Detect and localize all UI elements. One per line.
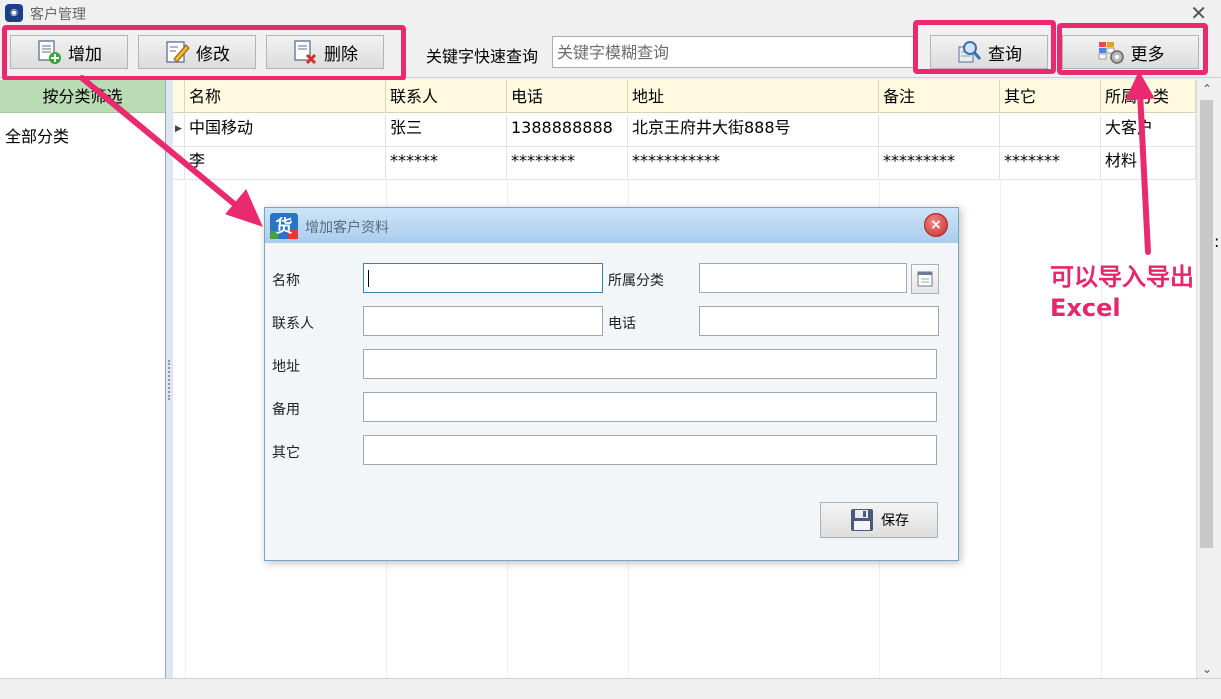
more-button-label: 更多 <box>1130 44 1165 65</box>
search-button[interactable]: 查询 <box>930 35 1048 69</box>
cell-other[interactable] <box>1000 114 1101 147</box>
address-label: 地址 <box>272 359 300 375</box>
column-header-category[interactable]: 所属分类 <box>1101 80 1196 113</box>
text-caret <box>368 270 369 287</box>
add-customer-dialog: 货 增加客户资料 × 名称 所属分类 联系人 电话 地址 备用 其它 保存 <box>264 207 959 561</box>
cell-remark[interactable]: ********* <box>879 147 1000 180</box>
add-document-icon <box>38 40 61 64</box>
cell-contact[interactable]: ****** <box>386 147 507 180</box>
category-panel: 按分类筛选 全部分类 <box>0 80 166 678</box>
column-header-phone[interactable]: 电话 <box>507 80 628 113</box>
cell-phone[interactable]: 1388888888 <box>507 114 628 147</box>
picker-window-icon <box>917 271 933 287</box>
window-close-icon[interactable]: ✕ <box>1190 1 1207 25</box>
column-header-address[interactable]: 地址 <box>628 80 879 113</box>
edit-button[interactable]: 修改 <box>138 35 256 69</box>
row-header <box>173 147 185 180</box>
annotation-line-2: Excel <box>1050 294 1121 322</box>
save-button[interactable]: 保存 <box>820 502 938 538</box>
scroll-thumb[interactable] <box>1200 100 1213 548</box>
other-label: 其它 <box>272 445 300 461</box>
category-item-all[interactable]: 全部分类 <box>0 113 165 157</box>
add-button-label: 增加 <box>68 44 102 65</box>
keyword-search-input[interactable] <box>552 36 914 68</box>
grid-gear-icon <box>1098 42 1124 64</box>
table-row[interactable]: 李 ****** ******** *********** ********* … <box>173 147 1196 180</box>
name-label: 名称 <box>272 273 300 289</box>
edge-glyph: : <box>1214 232 1220 251</box>
remark-label: 备用 <box>272 402 300 418</box>
title-bar: ◉ 客户管理 ✕ <box>0 0 1221 26</box>
import-export-annotation: 可以导入导出 Excel <box>1050 262 1194 324</box>
save-button-label: 保存 <box>881 513 909 529</box>
delete-document-icon <box>294 40 317 65</box>
dialog-close-icon[interactable]: × <box>924 213 948 237</box>
keyword-search-label: 关键字快速查询 <box>426 47 539 66</box>
contact-field[interactable] <box>363 306 603 336</box>
cell-address[interactable]: 北京王府井大街888号 <box>628 114 879 147</box>
scroll-down-icon[interactable]: ⌄ <box>1197 660 1217 678</box>
app-logo-icon: ◉ <box>5 4 23 22</box>
annotation-line-1: 可以导入导出 <box>1050 263 1194 291</box>
scroll-up-icon[interactable]: ⌃ <box>1197 80 1217 98</box>
goods-logo-icon: 货 <box>270 213 298 239</box>
table-row[interactable]: ▶ 中国移动 张三 1388888888 北京王府井大街888号 大客户 <box>173 114 1196 147</box>
window-title: 客户管理 <box>30 7 86 23</box>
panel-splitter[interactable] <box>166 80 173 678</box>
column-header-remark[interactable]: 备注 <box>879 80 1000 113</box>
cell-remark[interactable] <box>879 114 1000 147</box>
phone-field[interactable] <box>699 306 939 336</box>
cell-address[interactable]: *********** <box>628 147 879 180</box>
grid-header: 名称 联系人 电话 地址 备注 其它 所属分类 <box>173 80 1196 113</box>
dialog-title: 增加客户资料 <box>305 220 389 236</box>
grid-line <box>1101 179 1102 678</box>
category-picker-button[interactable] <box>911 264 939 294</box>
grid-line <box>185 179 186 678</box>
vertical-scrollbar[interactable]: ⌃ ⌄ <box>1196 80 1216 678</box>
column-header-name[interactable]: 名称 <box>185 80 386 113</box>
name-field[interactable] <box>363 263 603 293</box>
column-header-other[interactable]: 其它 <box>1000 80 1101 113</box>
edit-pencil-icon <box>166 41 190 63</box>
category-filter-header: 按分类筛选 <box>0 80 165 113</box>
delete-button[interactable]: 删除 <box>266 35 384 69</box>
floppy-disk-icon <box>851 509 873 531</box>
dialog-icon-char: 货 <box>276 216 293 237</box>
add-button[interactable]: 增加 <box>10 35 128 69</box>
remark-field[interactable] <box>363 392 937 422</box>
cell-contact[interactable]: 张三 <box>386 114 507 147</box>
cell-name[interactable]: 中国移动 <box>185 114 386 147</box>
other-field[interactable] <box>363 435 937 465</box>
cell-category[interactable]: 大客户 <box>1101 114 1196 147</box>
category-field[interactable] <box>699 263 907 293</box>
phone-label: 电话 <box>608 316 636 332</box>
cell-phone[interactable]: ******** <box>507 147 628 180</box>
grid-corner-cell <box>173 80 185 113</box>
search-magnifier-icon <box>958 41 982 63</box>
customer-management-window: ◉ 客户管理 ✕ 增加 修改 删除 关键字快速查询 关键字模糊查询 查询 更多 … <box>0 0 1221 699</box>
splitter-grip-icon <box>168 360 170 400</box>
cell-category[interactable]: 材料 <box>1101 147 1196 180</box>
current-row-indicator-icon: ▶ <box>173 114 185 147</box>
edit-button-label: 修改 <box>196 44 230 65</box>
cell-name[interactable]: 李 <box>185 147 386 180</box>
more-button[interactable]: 更多 <box>1062 35 1199 69</box>
status-strip <box>0 678 1221 699</box>
contact-label: 联系人 <box>272 316 314 332</box>
address-field[interactable] <box>363 349 937 379</box>
category-label: 所属分类 <box>608 273 664 289</box>
toolbar: 增加 修改 删除 关键字快速查询 关键字模糊查询 查询 更多 <box>0 26 1221 78</box>
grid-line <box>1000 179 1001 678</box>
delete-button-label: 删除 <box>324 44 358 65</box>
column-header-contact[interactable]: 联系人 <box>386 80 507 113</box>
dialog-title-bar[interactable]: 货 增加客户资料 × <box>265 208 958 243</box>
search-button-label: 查询 <box>988 44 1022 65</box>
cell-other[interactable]: ******* <box>1000 147 1101 180</box>
